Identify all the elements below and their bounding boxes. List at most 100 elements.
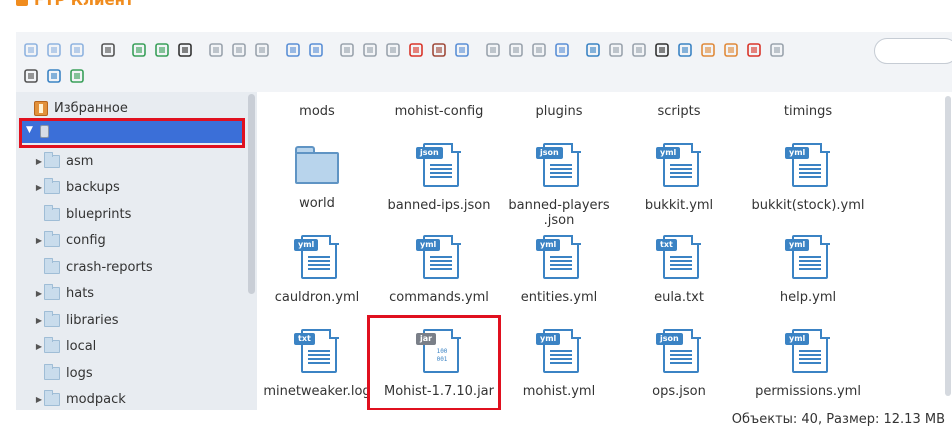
file-name: plugins <box>535 104 583 119</box>
sidebar-item-label: backups <box>66 180 120 195</box>
file-item[interactable]: json ops.json <box>619 328 739 399</box>
details-view-icon[interactable] <box>745 41 763 59</box>
forward-icon[interactable] <box>45 41 63 59</box>
highlight-box-root <box>19 118 245 148</box>
chevron-right-icon[interactable]: ▶ <box>34 316 44 325</box>
chevron-right-icon[interactable]: ▶ <box>34 395 44 404</box>
delete-icon[interactable] <box>407 41 425 59</box>
chevron-right-icon[interactable]: ▶ <box>34 157 44 166</box>
chevron-right-icon[interactable]: ▶ <box>34 183 44 192</box>
file-item[interactable]: yml mohist.yml <box>499 328 619 399</box>
sidebar-item-libraries[interactable]: ▶ libraries <box>16 307 246 333</box>
yml-file-icon: yml <box>785 328 831 374</box>
file-item[interactable]: plugins <box>499 104 619 119</box>
file-item[interactable]: txt minetweaker.log <box>257 328 377 399</box>
yml-file-icon: yml <box>416 234 462 280</box>
tree-up-icon[interactable] <box>699 41 717 59</box>
list-view-icon[interactable] <box>630 41 648 59</box>
settings-icon[interactable] <box>22 67 40 85</box>
sidebar-scroll-thumb[interactable] <box>248 94 255 294</box>
file-item[interactable]: world <box>257 142 377 211</box>
sidebar-item-label: hats <box>66 286 95 301</box>
favorites-icon <box>34 100 48 116</box>
sidebar-item-backups[interactable]: ▶ backups <box>16 175 246 201</box>
file-grid: mods mohist-config plugins scripts timings wo… <box>257 92 952 410</box>
duplicate-icon[interactable] <box>338 41 356 59</box>
sidebar-item-blueprints[interactable]: blueprints <box>16 201 246 227</box>
sidebar-item-crash-reports[interactable]: crash-reports <box>16 254 246 280</box>
sidebar-item-modpack[interactable]: ▶ modpack <box>16 387 246 411</box>
up-icon[interactable] <box>68 41 86 59</box>
file-name: ops.json <box>652 384 706 399</box>
json-file-icon: json <box>536 142 582 188</box>
preview-icon[interactable] <box>653 41 671 59</box>
edit-icon[interactable] <box>530 41 548 59</box>
file-item[interactable]: yml bukkit.yml <box>619 142 739 213</box>
share-icon[interactable] <box>553 41 571 59</box>
new-file-icon[interactable] <box>130 41 148 59</box>
sidebar-scrollbar[interactable] <box>247 92 257 410</box>
rename-icon[interactable] <box>768 41 786 59</box>
extract-icon[interactable] <box>453 41 471 59</box>
sidebar-item-hats[interactable]: ▶ hats <box>16 281 246 307</box>
cut-icon[interactable] <box>361 41 379 59</box>
archive-icon[interactable] <box>430 41 448 59</box>
grid-select-icon[interactable] <box>507 41 525 59</box>
file-item[interactable]: mohist-config <box>379 104 499 119</box>
chevron-right-icon[interactable]: ▶ <box>34 342 44 351</box>
chevron-right-icon[interactable]: ▶ <box>34 236 44 245</box>
file-item[interactable]: scripts <box>619 104 739 119</box>
sidebar-item-label: libraries <box>66 312 119 328</box>
file-item[interactable]: json banned-ips.json <box>379 142 499 213</box>
file-item[interactable]: yml help.yml <box>748 234 868 305</box>
undo-icon[interactable] <box>284 41 302 59</box>
file-item[interactable]: yml bukkit(stock).yml <box>748 142 868 213</box>
file-name: banned-players .json <box>508 198 610 228</box>
small-icons-icon[interactable] <box>607 41 625 59</box>
fullscreen-icon[interactable] <box>68 67 86 85</box>
sidebar-item-local[interactable]: ▶ local <box>16 334 246 360</box>
folder-icon <box>44 178 60 194</box>
save-icon[interactable] <box>176 41 194 59</box>
paste-icon[interactable] <box>384 41 402 59</box>
sidebar-item-asm[interactable]: ▶ asm <box>16 148 246 174</box>
file-name: bukkit.yml <box>644 198 714 213</box>
file-item[interactable]: yml commands.yml <box>379 234 499 305</box>
status-text: Объекты: 40, Размер: 12.13 MB <box>731 412 945 427</box>
txt-file-icon: txt <box>294 328 340 374</box>
chevron-right-icon[interactable]: ▶ <box>34 289 44 298</box>
add-file-icon[interactable] <box>153 41 171 59</box>
file-item[interactable]: yml cauldron.yml <box>257 234 377 305</box>
file-item[interactable]: json banned-players .json <box>499 142 619 228</box>
file-item[interactable]: timings <box>748 104 868 119</box>
file-name: mohist-config <box>394 104 484 119</box>
txt-file-icon: txt <box>656 234 702 280</box>
info-icon[interactable] <box>676 41 694 59</box>
tree-add-icon[interactable] <box>722 41 740 59</box>
folder-icon <box>44 204 60 221</box>
yml-file-icon: yml <box>294 234 340 280</box>
copy-icon[interactable] <box>484 41 502 59</box>
sidebar-item-logs[interactable]: logs <box>16 360 246 386</box>
file-item[interactable]: yml entities.yml <box>499 234 619 305</box>
file-item[interactable]: mods <box>257 104 377 119</box>
save-as-icon[interactable] <box>230 41 248 59</box>
select-icon[interactable] <box>253 41 271 59</box>
main-scroll-thumb[interactable] <box>945 96 951 396</box>
search-input[interactable] <box>874 38 952 64</box>
sidebar-item-config[interactable]: ▶ config <box>16 228 246 254</box>
computer-icon[interactable] <box>99 41 117 59</box>
yml-file-icon: yml <box>536 328 582 374</box>
file-item[interactable]: txt eula.txt <box>619 234 739 305</box>
back-icon[interactable] <box>22 41 40 59</box>
main-scrollbar[interactable] <box>944 92 952 410</box>
folder-icon <box>44 257 60 274</box>
copy-doc-icon[interactable] <box>207 41 225 59</box>
yml-file-icon: yml <box>785 142 831 188</box>
file-name: minetweaker.log <box>263 384 371 399</box>
file-item[interactable]: yml permissions.yml <box>748 328 868 399</box>
sidebar-item-label: logs <box>66 365 93 381</box>
redo-icon[interactable] <box>307 41 325 59</box>
help-icon[interactable] <box>45 67 63 85</box>
large-icons-icon[interactable] <box>584 41 602 59</box>
